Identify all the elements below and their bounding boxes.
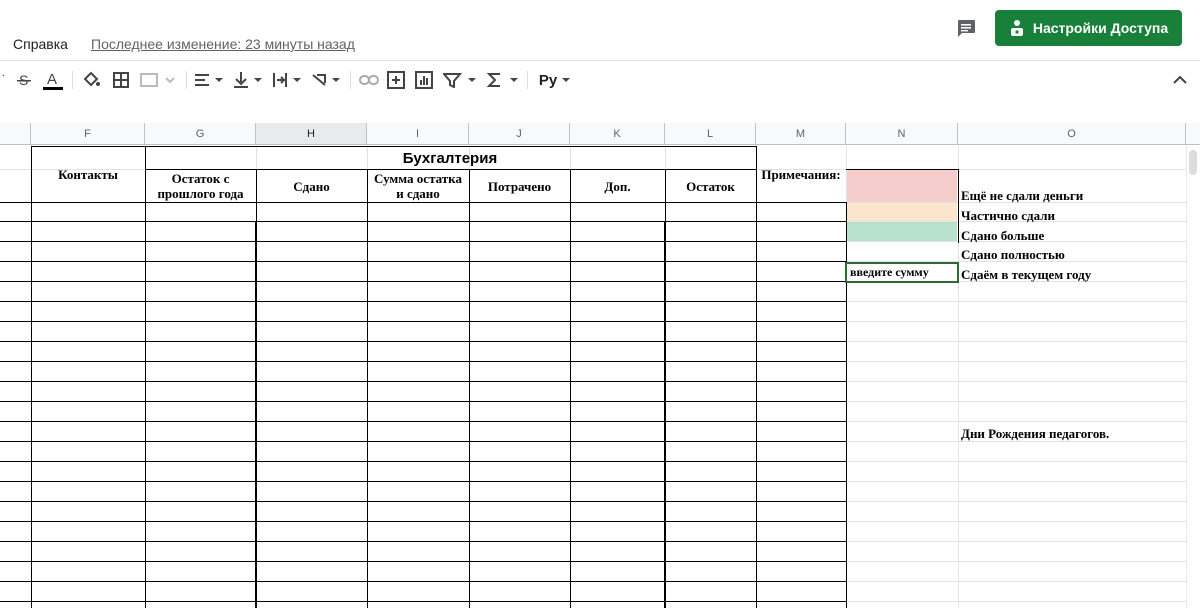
insert-chart-icon[interactable] [414,69,434,91]
fill-color-icon[interactable] [80,69,102,91]
table-col-border [31,146,32,608]
column-header-n[interactable]: N [846,123,958,145]
table-row-border [0,441,846,442]
column-header-g[interactable]: G [145,123,256,145]
formula-bar[interactable] [0,99,1200,124]
table-row-border [0,281,846,282]
table-row-border [0,361,846,362]
header-balance-prev-line2: прошлого года [157,186,244,201]
table-row-border [0,261,846,262]
table-row-border [0,501,846,502]
text-rotate-icon[interactable] [311,69,343,91]
column-header-l[interactable]: L [665,123,756,145]
text-color-icon[interactable]: A [42,69,64,91]
amount-input-text: введите сумму [850,265,929,279]
header-spent: Потрачено [487,179,552,194]
top-bar: Справка Последнее изменение: 23 минуты н… [0,0,1200,60]
table-row-border [0,481,846,482]
table-row-border [0,401,846,402]
header-notes: Примечания: [761,167,841,182]
column-header-i[interactable]: I [367,123,469,145]
header-balance: Остаток [686,179,735,194]
table-col-border [469,169,470,608]
table-row-border [0,581,846,582]
table-col-border [145,146,146,608]
column-header-j[interactable]: J [469,123,570,145]
table-row-border [0,381,846,382]
column-header-h[interactable]: H [256,123,367,145]
legend-border-right [958,169,959,243]
legend-label-paid-full: Сдано полностью [961,247,1065,262]
scroll-thumb[interactable] [1189,150,1197,175]
last-edit-link[interactable]: Последнее изменение: 23 минуты назад [91,36,355,52]
table-col-border [256,169,257,608]
column-header-f[interactable]: F [31,123,145,145]
merge-cells-icon [140,69,176,91]
table-col-border [570,169,571,608]
toolbar: ˙ S A Pу [0,60,1200,100]
header-sum-line2: и сдано [396,186,440,201]
legend-color-not-paid[interactable] [846,169,957,202]
legend-color-partial[interactable] [846,202,957,221]
strikethrough-icon[interactable]: S [14,69,34,91]
header-submitted: Сдано [293,179,330,194]
borders-icon[interactable] [111,69,131,91]
filter-icon[interactable] [443,69,479,91]
person-lock-icon [1010,20,1023,36]
header-balance-prev-line1: Остаток с [171,171,230,186]
align-horizontal-icon[interactable] [194,69,226,91]
column-header-corner [1186,123,1200,145]
table-row-border [0,221,846,222]
table-row-border [0,561,846,562]
table-row-border [0,601,846,602]
legend-label-not-paid: Ещё не сдали деньги [961,188,1084,203]
svg-text:A: A [47,71,57,88]
align-vertical-icon[interactable] [233,69,265,91]
amount-input-cell[interactable]: введите сумму [845,262,959,283]
text-wrap-icon[interactable] [272,69,304,91]
header-extra: Доп. [604,179,631,194]
insert-link-icon[interactable] [358,69,380,91]
legend-label-current-year: Сдаём в текущем году [961,267,1092,282]
header-sum-line1: Сумма остатка [374,171,462,186]
comments-icon[interactable] [952,14,980,42]
share-label: Настройки Доступа [1032,20,1169,36]
table-border-header-bottom [0,202,846,203]
toolbar-edge-icon: ˙ [1,72,7,88]
vertical-scrollbar[interactable] [1186,145,1200,608]
legend-border-top [846,169,958,170]
table-col-border [665,169,666,608]
sheet-title: Бухгалтерия [402,150,498,167]
column-header-m[interactable]: M [756,123,846,145]
table-row-border [0,241,846,242]
table-border-top [31,146,756,147]
legend-label-partial: Частично сдали [961,208,1056,223]
input-tools-label: Pу [538,71,558,89]
menu-help[interactable]: Справка [13,36,68,52]
table-col-border-thick [255,221,256,608]
insert-comment-icon[interactable] [386,69,406,91]
table-row-border [0,541,846,542]
column-header-o[interactable]: O [958,123,1186,145]
table-row-border [0,461,846,462]
table-row-border [0,321,846,322]
table-col-border [367,169,368,608]
input-tools-icon[interactable]: Pу [535,69,575,91]
table-col-border [756,146,757,608]
table-row-border [0,301,846,302]
header-contacts: Контакты [58,167,118,182]
functions-icon[interactable] [487,69,521,91]
column-header-k[interactable]: K [570,123,665,145]
share-button[interactable]: Настройки Доступа [995,10,1182,46]
table-row-border [0,421,846,422]
legend-color-overpaid[interactable] [846,222,957,241]
column-header-e[interactable] [0,123,31,145]
table-row-border [0,521,846,522]
legend-label-overpaid: Сдано больше [961,228,1045,243]
table-row-border [0,341,846,342]
collapse-toolbar-icon[interactable] [1170,69,1190,91]
table-col-border-thick [664,221,665,608]
birthdays-label: Дни Рождения педагогов. [961,426,1110,441]
